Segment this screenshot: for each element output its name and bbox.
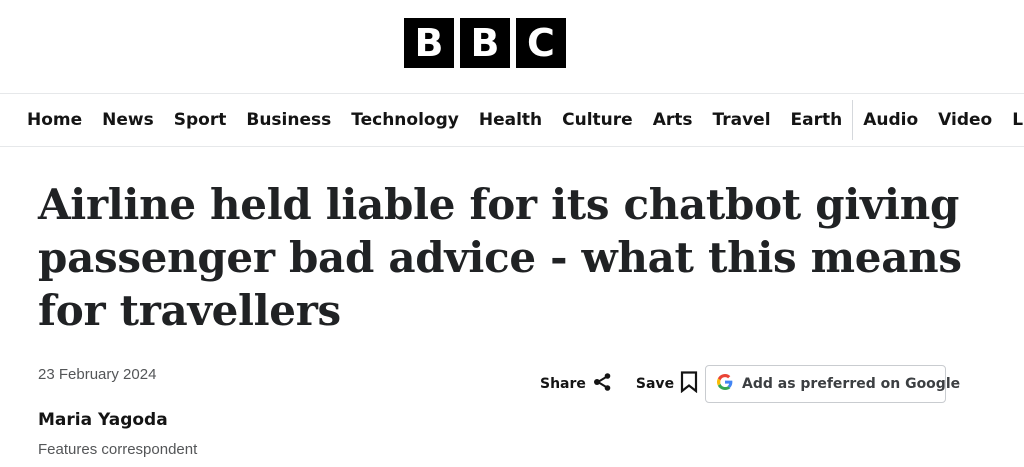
nav-item-culture[interactable]: Culture	[552, 110, 643, 130]
save-button[interactable]: Save	[635, 370, 698, 398]
nav-item-earth[interactable]: Earth	[781, 110, 853, 130]
nav-item-arts[interactable]: Arts	[643, 110, 703, 130]
logo-letter: B	[460, 18, 510, 68]
share-label: Share	[540, 376, 586, 392]
author-name[interactable]: Maria Yagoda	[38, 410, 168, 430]
article-actions: Share Save	[540, 365, 698, 403]
nav-item-home[interactable]: Home	[17, 110, 92, 130]
add-preferred-google-button[interactable]: Add as preferred on Google	[705, 365, 960, 403]
nav-item-audio[interactable]: Audio	[853, 110, 928, 130]
save-label: Save	[635, 376, 675, 392]
nav-item-travel[interactable]: Travel	[703, 110, 781, 130]
bookmark-icon	[680, 370, 698, 398]
article-date: 23 February 2024	[38, 366, 157, 383]
nav-item-live[interactable]: Live	[1002, 110, 1024, 130]
google-button-label: Add as preferred on Google	[742, 376, 961, 392]
author-role: Features correspondent	[38, 441, 198, 458]
nav-item-video[interactable]: Video	[928, 110, 1002, 130]
logo-letter: C	[516, 18, 566, 68]
nav-item-business[interactable]: Business	[236, 110, 341, 130]
share-button[interactable]: Share	[540, 372, 612, 397]
logo-letter: B	[404, 18, 454, 68]
nav-item-technology[interactable]: Technology	[341, 110, 469, 130]
article-headline: Airline held liable for its chatbot givi…	[38, 180, 962, 335]
masthead: B B C	[0, 0, 1024, 94]
main-navigation: Home News Sport Business Technology Heal…	[0, 94, 1024, 147]
share-icon	[592, 372, 612, 397]
nav-list: Home News Sport Business Technology Heal…	[17, 94, 1024, 146]
nav-item-news[interactable]: News	[92, 110, 164, 130]
google-g-icon	[717, 373, 733, 395]
nav-item-health[interactable]: Health	[469, 110, 552, 130]
bbc-logo[interactable]: B B C	[404, 18, 566, 68]
nav-item-sport[interactable]: Sport	[164, 110, 237, 130]
